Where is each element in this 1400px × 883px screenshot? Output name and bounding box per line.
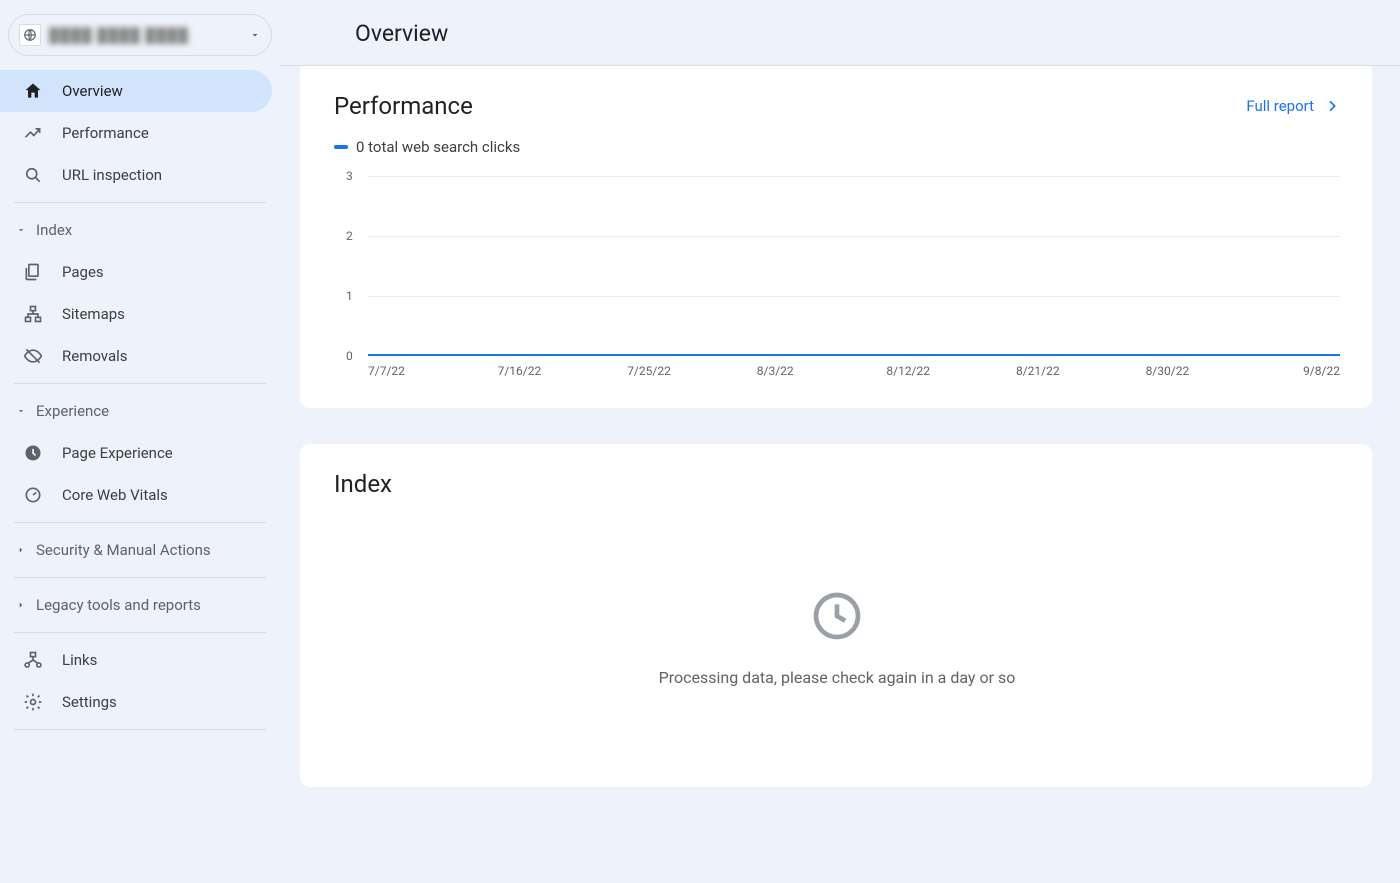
divider (14, 729, 266, 730)
property-selector[interactable]: ████ ████ ████ (8, 14, 272, 56)
card-title-index: Index (334, 470, 1340, 498)
card-performance: Performance Full report 0 total web sear… (300, 66, 1372, 408)
y-tick-label: 0 (346, 349, 353, 363)
globe-icon (19, 24, 41, 46)
performance-chart: 0123 7/7/227/16/227/25/228/3/228/12/228/… (334, 176, 1340, 378)
sidebar-item-label: Core Web Vitals (62, 486, 168, 504)
sidebar-item-label: Removals (62, 347, 128, 365)
y-tick-label: 3 (346, 169, 353, 183)
x-tick-label: 7/7/22 (368, 364, 498, 378)
section-label: Index (36, 221, 72, 239)
sidebar-item-label: URL inspection (62, 166, 162, 184)
sidebar-item-label: Performance (62, 124, 149, 142)
x-tick-label: 7/25/22 (627, 364, 757, 378)
section-index[interactable]: Index (0, 209, 280, 251)
section-label: Security & Manual Actions (36, 541, 211, 559)
property-name: ████ ████ ████ (49, 27, 249, 44)
home-icon (22, 81, 44, 101)
page-experience-icon (22, 443, 44, 463)
gear-icon (22, 692, 44, 712)
links-icon (22, 650, 44, 670)
divider (14, 632, 266, 633)
sidebar-item-settings[interactable]: Settings (0, 681, 272, 723)
caret-right-icon (14, 545, 28, 555)
series-line (368, 354, 1340, 356)
sitemap-icon (22, 304, 44, 324)
sidebar-item-sitemaps[interactable]: Sitemaps (0, 293, 272, 335)
sidebar-item-label: Links (62, 651, 97, 669)
x-tick-label: 8/30/22 (1146, 364, 1276, 378)
sidebar-item-overview[interactable]: Overview (0, 70, 272, 112)
legend-text: 0 total web search clicks (356, 138, 520, 156)
x-tick-label: 8/21/22 (1016, 364, 1146, 378)
caret-right-icon (14, 600, 28, 610)
gridline (368, 296, 1340, 297)
sidebar-item-links[interactable]: Links (0, 639, 272, 681)
legend-swatch (334, 145, 348, 149)
divider (14, 577, 266, 578)
sidebar: ████ ████ ████ Overview Performance URL … (0, 0, 280, 883)
full-report-label: Full report (1246, 97, 1314, 115)
chart-legend: 0 total web search clicks (334, 138, 1340, 156)
section-label: Legacy tools and reports (36, 596, 201, 614)
page-title: Overview (355, 20, 1400, 47)
x-tick-label: 9/8/22 (1275, 364, 1340, 378)
sidebar-item-label: Settings (62, 693, 117, 711)
chevron-down-icon (249, 29, 261, 41)
y-tick-label: 2 (346, 229, 353, 243)
sidebar-item-page-experience[interactable]: Page Experience (0, 432, 272, 474)
removals-icon (22, 346, 44, 366)
sidebar-item-label: Pages (62, 263, 104, 281)
card-index: Index Processing data, please check agai… (300, 444, 1372, 787)
index-processing-message: Processing data, please check again in a… (659, 668, 1016, 687)
sidebar-item-removals[interactable]: Removals (0, 335, 272, 377)
core-web-vitals-icon (22, 485, 44, 505)
chevron-right-icon (1324, 98, 1340, 114)
sidebar-item-label: Overview (62, 82, 123, 100)
gridline (368, 236, 1340, 237)
divider (14, 383, 266, 384)
section-label: Experience (36, 402, 109, 420)
y-tick-label: 1 (346, 289, 353, 303)
pages-icon (22, 262, 44, 282)
x-tick-label: 8/12/22 (886, 364, 1016, 378)
search-icon (22, 165, 44, 185)
x-tick-label: 7/16/22 (498, 364, 628, 378)
sidebar-item-url-inspection[interactable]: URL inspection (0, 154, 272, 196)
page-header: Overview (280, 0, 1400, 66)
x-tick-label: 8/3/22 (757, 364, 887, 378)
section-security[interactable]: Security & Manual Actions (0, 529, 280, 571)
gridline (368, 176, 1340, 177)
section-legacy[interactable]: Legacy tools and reports (0, 584, 280, 626)
main: Overview Performance Full report 0 total (280, 0, 1400, 883)
full-report-link[interactable]: Full report (1246, 97, 1340, 115)
sidebar-item-label: Page Experience (62, 444, 173, 462)
caret-down-icon (14, 406, 28, 416)
clock-icon (809, 588, 865, 644)
trending-icon (22, 123, 44, 143)
sidebar-item-core-web-vitals[interactable]: Core Web Vitals (0, 474, 272, 516)
sidebar-item-performance[interactable]: Performance (0, 112, 272, 154)
sidebar-item-pages[interactable]: Pages (0, 251, 272, 293)
divider (14, 202, 266, 203)
section-experience[interactable]: Experience (0, 390, 280, 432)
card-title-performance: Performance (334, 92, 473, 120)
divider (14, 522, 266, 523)
caret-down-icon (14, 225, 28, 235)
sidebar-item-label: Sitemaps (62, 305, 125, 323)
